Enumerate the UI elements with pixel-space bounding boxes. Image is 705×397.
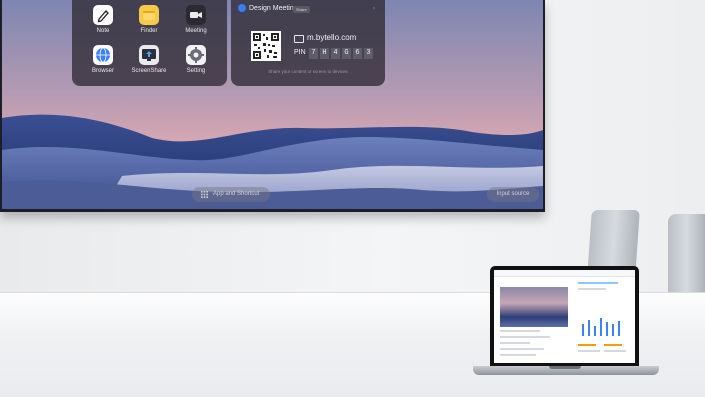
app-note[interactable]: Note (83, 5, 123, 34)
laptop-text-line (500, 336, 550, 338)
app-label: Setting (186, 68, 206, 74)
laptop-text-line (578, 288, 606, 290)
laptop-chart-bar (600, 318, 602, 336)
laptop-text-line (500, 348, 544, 350)
app-finder[interactable]: Finder (129, 5, 169, 34)
laptop-text-line (500, 342, 530, 344)
app-screenshare[interactable]: ScreenShare (129, 45, 169, 74)
app-launcher-panel: Note Finder Meeting Browser ScreenShare … (72, 0, 227, 86)
app-label: Note (96, 28, 110, 34)
laptop-chart-bar (594, 326, 596, 336)
laptop-chart-bar (606, 322, 608, 336)
apps-grid-icon (201, 191, 208, 198)
laptop-chart-bar (588, 320, 590, 336)
app-label: Browser (91, 68, 114, 74)
browser-icon (93, 45, 113, 65)
app-and-shortcut-button[interactable]: App and Shortcut (192, 187, 270, 202)
pin-digit: H (320, 48, 329, 59)
app-setting[interactable]: Setting (176, 45, 216, 74)
laptop-chart-bar (618, 321, 620, 336)
monitor-icon (294, 35, 304, 43)
laptop-screen (494, 270, 635, 363)
app-meeting[interactable]: Meeting (176, 5, 216, 34)
chevron-right-icon[interactable]: › (373, 6, 375, 12)
laptop-notch (549, 366, 581, 369)
app-label: Finder (140, 28, 158, 34)
pin-digit: 7 (309, 48, 318, 59)
laptop-text-line (604, 350, 626, 352)
pin-digit: 4 (331, 48, 340, 59)
laptop-chart-bar (582, 324, 584, 336)
laptop-text-line (578, 282, 618, 284)
input-source-label: Input source (496, 191, 530, 197)
laptop-text-line (500, 330, 540, 332)
screenshare-icon (139, 45, 159, 65)
pin-digit: 6 (353, 48, 362, 59)
meeting-tag: Share (293, 6, 310, 13)
wall-display: Note Finder Meeting Browser ScreenShare … (0, 0, 545, 212)
pin-digit: 3 (364, 48, 373, 59)
input-source-button[interactable]: Input source (487, 187, 539, 202)
laptop-screen-preview (500, 287, 568, 327)
laptop-text-line (604, 344, 622, 346)
app-label: Meeting (185, 28, 207, 34)
meeting-panel: Design Meeting Share › m.bytello.com PIN… (231, 0, 385, 86)
laptop-chart-bar (612, 324, 614, 336)
meeting-title: Design Meeting (249, 5, 298, 12)
setting-icon (186, 45, 206, 65)
laptop-app-toolbar (494, 270, 635, 277)
display-screen: Note Finder Meeting Browser ScreenShare … (2, 0, 543, 209)
laptop-text-line (578, 350, 600, 352)
app-browser[interactable]: Browser (83, 45, 123, 74)
meeting-url: m.bytello.com (307, 33, 357, 42)
note-icon (93, 5, 113, 25)
pin-label: PIN (294, 49, 306, 56)
app-and-shortcut-label: App and Shortcut (213, 191, 260, 197)
qr-code-icon (251, 31, 281, 61)
pin-digit: G (342, 48, 351, 59)
laptop-text-line (578, 344, 596, 346)
share-hint: Share your content or screen to devices (268, 69, 348, 74)
finder-icon (139, 5, 159, 25)
app-label: ScreenShare (131, 68, 167, 74)
meeting-logo-icon (238, 4, 246, 12)
laptop-text-line (500, 354, 536, 356)
laptop-dashboard (578, 280, 632, 360)
meeting-icon (186, 5, 206, 25)
